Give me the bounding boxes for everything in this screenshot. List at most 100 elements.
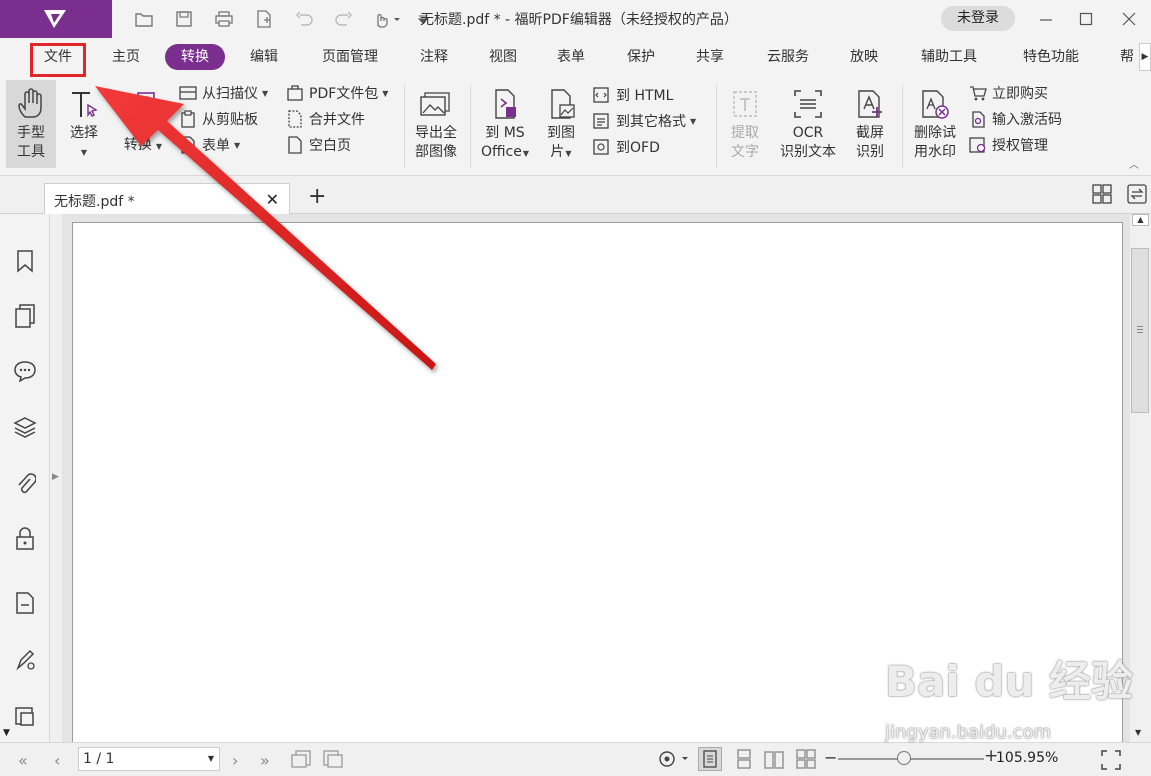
from-scanner-button[interactable]: 从扫描仪 ▼ xyxy=(178,82,268,104)
zoom-out-icon[interactable]: − xyxy=(824,748,837,767)
continuous-facing-view-icon[interactable] xyxy=(795,749,817,775)
tab-help[interactable]: 帮 xyxy=(1116,44,1138,70)
tab-share[interactable]: 共享 xyxy=(688,44,732,70)
tab-form[interactable]: 表单 xyxy=(549,44,593,70)
export-images-label-1: 导出全 xyxy=(415,125,457,141)
tab-slideshow[interactable]: 放映 xyxy=(842,44,886,70)
expand-panel-icon[interactable]: ▶ xyxy=(52,472,59,482)
panel-more-icon[interactable]: ▼ xyxy=(3,728,10,738)
security-lock-icon[interactable] xyxy=(12,526,38,552)
from-clipboard-label: 从剪贴板 xyxy=(202,112,258,128)
tab-page-management[interactable]: 页面管理 xyxy=(316,44,384,70)
tab-scroll-right-icon[interactable]: ▶ xyxy=(1139,43,1151,71)
touch-mode-icon[interactable] xyxy=(372,7,402,31)
tab-home[interactable]: 主页 xyxy=(104,44,148,70)
other-format-icon xyxy=(592,112,612,130)
ocr-label-2: 识别文本 xyxy=(780,144,836,160)
tab-convert[interactable]: 转换 xyxy=(165,44,225,70)
zoom-level[interactable]: 105.95% xyxy=(996,750,1058,766)
from-clipboard-button[interactable]: 从剪贴板 xyxy=(178,108,258,130)
save-icon[interactable] xyxy=(172,7,196,31)
previous-page-icon[interactable]: ‹ xyxy=(54,751,60,770)
tab-view[interactable]: 视图 xyxy=(481,44,525,70)
next-page-icon[interactable]: › xyxy=(232,751,238,770)
screenshot-ocr-button[interactable]: 截屏 识别 xyxy=(848,84,892,162)
new-tab-icon[interactable]: + xyxy=(308,184,326,209)
single-page-view-icon[interactable] xyxy=(698,747,722,771)
minimize-icon[interactable] xyxy=(1031,6,1061,32)
pages-icon[interactable] xyxy=(12,303,38,329)
tab-accessibility[interactable]: 辅助工具 xyxy=(914,44,984,70)
to-html-button[interactable]: 到 HTML xyxy=(592,84,673,106)
previous-view-icon[interactable] xyxy=(290,749,312,773)
reading-mode-icon[interactable] xyxy=(658,749,692,773)
new-document-icon[interactable] xyxy=(252,7,276,31)
screenshot-ocr-label-2: 识别 xyxy=(856,144,884,160)
extract-text-button[interactable]: 提取 文字 xyxy=(722,84,768,162)
close-icon[interactable] xyxy=(1114,6,1144,32)
document-properties-icon[interactable] xyxy=(12,590,38,616)
enter-code-button[interactable]: 输入激活码 xyxy=(968,108,1062,130)
page-number-input[interactable]: 1 / 1 ▼ xyxy=(78,747,220,771)
form-button[interactable]: 表单 ▼ xyxy=(178,134,240,156)
tab-protect[interactable]: 保护 xyxy=(619,44,663,70)
remove-watermark-button[interactable]: 删除试 用水印 xyxy=(908,84,962,162)
bookmark-icon[interactable] xyxy=(12,248,38,274)
convert-button[interactable]: 转换 ▼ xyxy=(118,84,168,156)
to-image-button[interactable]: 到图 片▼ xyxy=(540,84,582,163)
next-view-icon[interactable] xyxy=(322,749,344,773)
tab-comment[interactable]: 注释 xyxy=(412,44,456,70)
ribbon-tabs: 文件 主页 转换 编辑 页面管理 注释 视图 表单 保护 共享 云服务 放映 辅… xyxy=(0,38,1151,76)
merge-files-label: 合并文件 xyxy=(309,112,365,128)
first-page-icon[interactable]: « xyxy=(18,751,28,770)
scroll-up-icon[interactable]: ▲ xyxy=(1132,214,1149,226)
blank-page-button[interactable]: 空白页 xyxy=(285,134,351,156)
to-html-label: 到 HTML xyxy=(616,88,674,104)
tab-edit[interactable]: 编辑 xyxy=(242,44,286,70)
maximize-icon[interactable] xyxy=(1071,6,1101,32)
zoom-slider[interactable] xyxy=(838,758,984,760)
tab-cloud[interactable]: 云服务 xyxy=(763,44,813,70)
print-icon[interactable] xyxy=(212,7,236,31)
collapse-ribbon-icon[interactable]: ︿ xyxy=(1129,156,1139,171)
close-tab-icon[interactable]: ✕ xyxy=(266,190,279,209)
zoom-slider-knob[interactable] xyxy=(896,751,911,765)
to-image-icon xyxy=(540,84,582,124)
export-images-button[interactable]: 导出全 部图像 xyxy=(408,84,464,162)
document-tab[interactable]: 无标题.pdf * ✕ xyxy=(44,183,290,214)
watermark-url: jingyan.baidu.com xyxy=(885,722,1052,743)
open-folder-icon[interactable] xyxy=(132,7,156,31)
signature-icon[interactable] xyxy=(12,647,38,673)
last-page-icon[interactable]: » xyxy=(260,751,270,770)
layers-icon[interactable] xyxy=(12,414,38,440)
page-dropdown-caret-icon[interactable]: ▼ xyxy=(208,748,214,770)
to-other-format-button[interactable]: 到其它格式 ▼ xyxy=(592,110,696,132)
pdf-package-button[interactable]: PDF文件包 ▼ xyxy=(285,82,388,104)
scroll-down-icon[interactable]: ▼ xyxy=(1135,728,1141,737)
tab-features[interactable]: 特色功能 xyxy=(1016,44,1086,70)
redo-icon[interactable] xyxy=(332,7,356,31)
facing-view-icon[interactable] xyxy=(763,749,785,775)
hand-icon xyxy=(6,84,56,124)
license-management-label: 授权管理 xyxy=(992,138,1048,154)
stamp-icon[interactable] xyxy=(12,703,38,729)
to-ms-office-button[interactable]: 到 MS Office▼ xyxy=(476,84,534,163)
continuous-view-icon[interactable] xyxy=(733,749,755,775)
to-ofd-button[interactable]: 到OFD xyxy=(592,136,660,158)
switch-window-icon[interactable] xyxy=(1127,184,1147,208)
buy-now-button[interactable]: 立即购买 xyxy=(968,82,1048,104)
fullscreen-icon[interactable] xyxy=(1100,749,1122,775)
app-logo[interactable] xyxy=(0,0,112,38)
ocr-button[interactable]: OCR 识别文本 xyxy=(776,84,840,162)
login-button[interactable]: 未登录 xyxy=(941,6,1015,31)
comments-icon[interactable] xyxy=(12,358,38,384)
undo-icon[interactable] xyxy=(292,7,316,31)
attachment-icon[interactable] xyxy=(12,471,38,497)
merge-files-button[interactable]: 合并文件 xyxy=(285,108,365,130)
to-ms-office-label-1: 到 MS xyxy=(485,125,525,141)
scrollbar-thumb[interactable] xyxy=(1131,248,1149,413)
grid-view-icon[interactable] xyxy=(1092,184,1112,208)
select-button[interactable]: 选择 ▼ xyxy=(62,84,106,162)
license-management-button[interactable]: 授权管理 xyxy=(968,134,1048,156)
hand-tool-button[interactable]: 手型 工具 xyxy=(6,84,56,162)
